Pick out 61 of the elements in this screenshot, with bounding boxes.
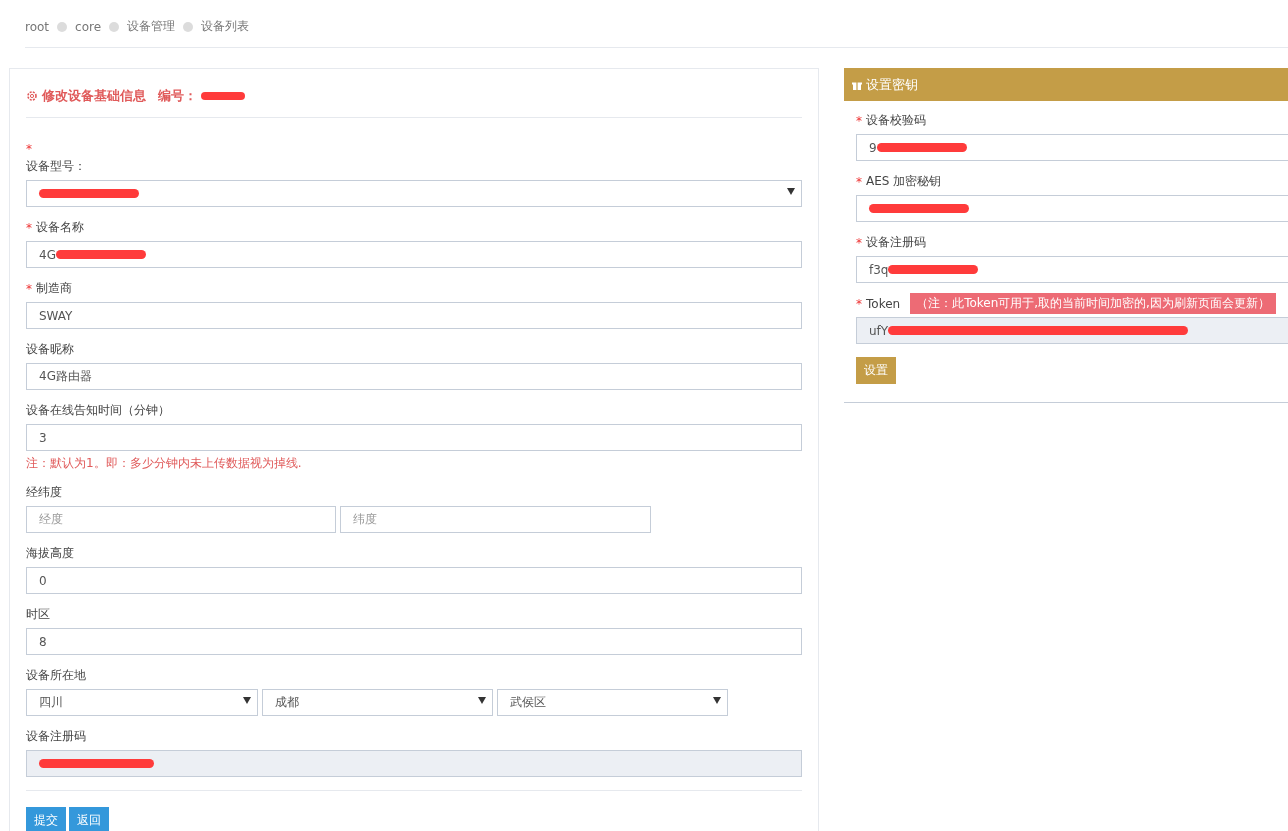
field-label: 设备在线告知时间（分钟） xyxy=(26,402,170,419)
separator-dot xyxy=(183,21,194,32)
required-mark: * xyxy=(26,220,32,235)
gift-icon xyxy=(852,79,862,90)
select-field[interactable]: 四川 xyxy=(26,689,258,716)
token-note: （注：此Token可用于,取的当前时间加密的,因为刷新页面会更新） xyxy=(910,293,1276,314)
required-mark: * xyxy=(856,235,862,250)
field-value: 4G xyxy=(39,247,56,262)
field-note: 注：默认为1。即：多少分钟内未上传数据视为掉线. xyxy=(26,455,303,472)
id-label: 编号： xyxy=(158,87,197,105)
separator-dot xyxy=(109,21,120,32)
required-mark: * xyxy=(856,296,862,311)
breadcrumb-link[interactable]: root xyxy=(25,19,50,34)
select-field[interactable] xyxy=(26,180,802,207)
breadcrumb-link[interactable]: core xyxy=(75,19,102,34)
caret-icon xyxy=(243,697,251,704)
caret-icon xyxy=(713,697,721,704)
input-field[interactable]: SWAY xyxy=(26,302,802,329)
field-label: 海拔高度 xyxy=(26,545,74,562)
required-mark: * xyxy=(26,142,33,156)
field-value: 8 xyxy=(39,634,47,649)
panel-title: 设置密钥 xyxy=(866,75,918,94)
input-field[interactable]: 0 xyxy=(26,567,802,594)
field-label: Token xyxy=(866,296,901,311)
panel-title: 修改设备基础信息 xyxy=(42,87,146,105)
input-field[interactable]: 8 xyxy=(26,628,802,655)
field-label: 时区 xyxy=(26,606,50,623)
field-label: 设备注册码 xyxy=(866,234,926,251)
field-value: SWAY xyxy=(39,308,73,323)
field-value: 0 xyxy=(39,573,47,588)
input-field[interactable]: 3 xyxy=(26,424,802,451)
input-field[interactable]: 9 xyxy=(856,134,1288,161)
input-field[interactable]: 4G xyxy=(26,241,802,268)
field-value: ufY xyxy=(869,323,889,338)
caret-icon xyxy=(787,188,795,195)
field-value: f3q xyxy=(869,262,889,277)
select-field[interactable]: 成都 xyxy=(262,689,493,716)
required-mark: * xyxy=(856,113,862,128)
field-value: 4G路由器 xyxy=(39,368,92,385)
separator-dot xyxy=(57,21,68,32)
input-field[interactable]: f3q xyxy=(856,256,1288,283)
field-label: 设备名称 xyxy=(36,219,84,236)
field-label: 设备所在地 xyxy=(26,667,86,684)
field-label: 设备型号： xyxy=(26,158,86,175)
select-field[interactable]: 武侯区 xyxy=(497,689,728,716)
breadcrumb-link[interactable]: 设备列表 xyxy=(201,18,250,35)
input-field[interactable]: 4G路由器 xyxy=(26,363,802,390)
field-label: 制造商 xyxy=(36,280,72,297)
required-mark: * xyxy=(856,174,862,189)
field-label: 设备注册码 xyxy=(26,728,86,745)
field-label: 设备校验码 xyxy=(866,112,926,129)
field-label: 经纬度 xyxy=(26,484,62,501)
required-mark: * xyxy=(26,281,32,296)
breadcrumb-link[interactable]: 设备管理 xyxy=(127,18,176,35)
field-value: 3 xyxy=(39,430,47,445)
gear-icon xyxy=(26,90,38,102)
field-label: AES 加密秘钥 xyxy=(866,173,942,190)
field-value: 9 xyxy=(869,140,877,155)
field-label: 设备昵称 xyxy=(26,341,74,358)
input-field[interactable] xyxy=(856,195,1288,222)
caret-icon xyxy=(478,697,486,704)
